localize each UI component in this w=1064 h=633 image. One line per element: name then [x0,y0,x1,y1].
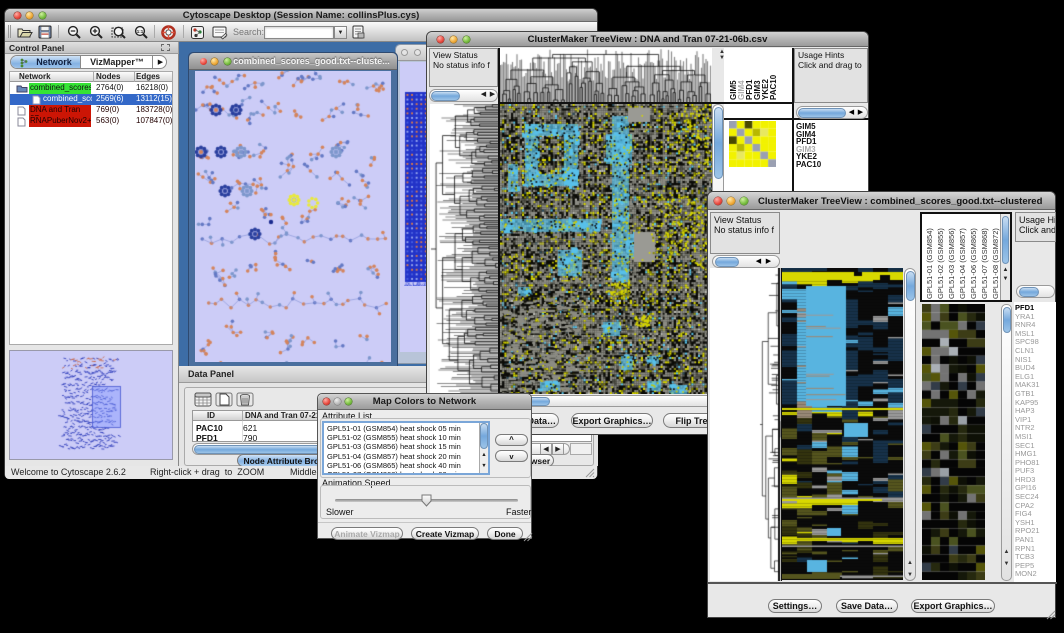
svg-text:1:1: 1:1 [137,29,144,34]
